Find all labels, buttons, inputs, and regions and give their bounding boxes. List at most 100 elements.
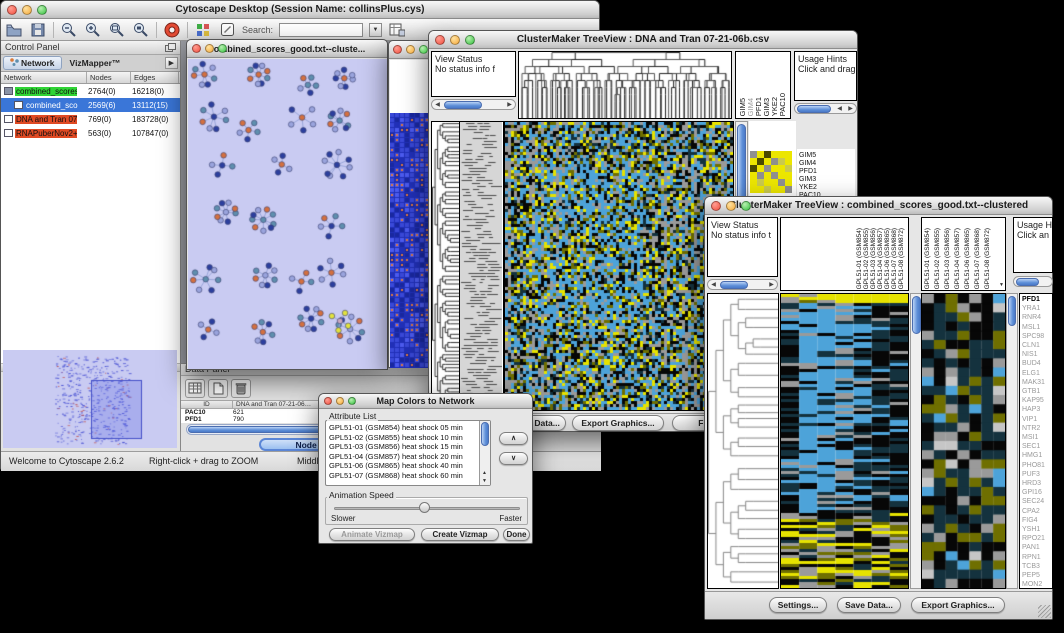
scroll-up-icon[interactable]: ▲: [482, 470, 487, 476]
matrix-cell[interactable]: [778, 151, 785, 158]
close-button[interactable]: [324, 397, 332, 405]
attribute-list-item[interactable]: GPL51-06 (GSM865) heat shock 40 min: [327, 461, 478, 471]
gene-label[interactable]: VIP1: [1020, 415, 1052, 424]
matrix-cell[interactable]: [785, 165, 792, 172]
minimize-button[interactable]: [205, 44, 214, 53]
animate-vizmap-button[interactable]: Animate Vizmap: [329, 528, 415, 541]
attribute-list-item[interactable]: GPL51-01 (GSM854) heat shock 05 min: [327, 423, 478, 433]
gene-label[interactable]: RNR4: [1020, 313, 1052, 322]
scroll-thumb[interactable]: [720, 281, 748, 289]
gene-list[interactable]: PFD1YRA1RNR4MSL1SPC98CLN1NIS1BUD4ELG1MAK…: [1019, 293, 1053, 589]
gene-label[interactable]: ELG1: [1020, 369, 1052, 378]
matrix-cell[interactable]: [771, 151, 778, 158]
gene-label[interactable]: HAP3: [1020, 405, 1052, 414]
close-button[interactable]: [393, 45, 402, 54]
scroll-right-icon[interactable]: ▶: [766, 280, 777, 289]
search-input[interactable]: [279, 23, 363, 37]
matrix-cell[interactable]: [785, 186, 792, 193]
scroll-thumb[interactable]: [797, 105, 831, 113]
row-dendrogram-panel[interactable]: [431, 121, 460, 411]
global-heatmap[interactable]: [780, 293, 909, 589]
speed-slider-thumb[interactable]: [419, 502, 430, 513]
attribute-list-item[interactable]: GPL51-03 (GSM856) heat shock 15 min: [327, 442, 478, 452]
gene-label[interactable]: NTR2: [1020, 424, 1052, 433]
network-list-row[interactable]: combined_scores2764(0)16218(0): [1, 84, 180, 98]
scroll-thumb[interactable]: [912, 296, 921, 334]
gene-label[interactable]: TCB3: [1020, 562, 1052, 571]
gene-label[interactable]: CPA2: [1020, 507, 1052, 516]
gene-label[interactable]: MSI1: [1020, 433, 1052, 442]
detail-heatmap[interactable]: [921, 293, 1006, 589]
zoom-button[interactable]: [465, 35, 475, 45]
matrix-cell[interactable]: [750, 172, 757, 179]
scroll-thumb[interactable]: [1016, 278, 1039, 286]
gene-label[interactable]: MON2: [1020, 580, 1052, 589]
matrix-cell[interactable]: [750, 179, 757, 186]
close-button[interactable]: [192, 44, 201, 53]
list-vscrollbar[interactable]: ▲ ▼: [479, 421, 490, 485]
status-hscrollbar[interactable]: ◀ ▶: [707, 279, 778, 290]
matrix-cell[interactable]: [757, 165, 764, 172]
scroll-left-icon[interactable]: ◀: [708, 280, 719, 289]
matrix-cell[interactable]: [778, 179, 785, 186]
matrix-cell[interactable]: [750, 186, 757, 193]
network-list-row[interactable]: combined_sco2569(6)13112(15): [1, 98, 180, 112]
scroll-thumb[interactable]: [1008, 296, 1016, 326]
matrix-cell[interactable]: [778, 158, 785, 165]
open-file-button[interactable]: [5, 21, 23, 38]
gene-label[interactable]: FIG4: [1020, 516, 1052, 525]
annotation-icon[interactable]: [218, 21, 236, 38]
gene-label[interactable]: PEP5: [1020, 571, 1052, 580]
save-button[interactable]: [29, 21, 47, 38]
matrix-cell[interactable]: [785, 179, 792, 186]
gene-label[interactable]: GPI16: [1020, 488, 1052, 497]
done-button[interactable]: Done: [503, 528, 530, 541]
birdseye-view[interactable]: [3, 350, 177, 448]
close-button[interactable]: [7, 5, 17, 15]
float-panel-icon[interactable]: [165, 43, 176, 52]
export-graphics-button[interactable]: Export Graphics...: [911, 597, 1005, 613]
table-import-icon[interactable]: [388, 21, 406, 38]
gene-label[interactable]: RPO21: [1020, 534, 1052, 543]
matrix-cell[interactable]: [750, 165, 757, 172]
more-tabs-icon[interactable]: ▶: [165, 57, 178, 69]
close-button[interactable]: [435, 35, 445, 45]
labels-scroll-icon[interactable]: ▼: [999, 282, 1004, 288]
matrix-cell[interactable]: [771, 172, 778, 179]
gene-label[interactable]: HRD3: [1020, 479, 1052, 488]
similarity-matrix[interactable]: [750, 151, 792, 193]
matrix-cell[interactable]: [764, 186, 771, 193]
new-attribute-button[interactable]: [208, 379, 228, 398]
matrix-cell[interactable]: [757, 179, 764, 186]
close-button[interactable]: [711, 201, 721, 211]
matrix-cell[interactable]: [778, 172, 785, 179]
gene-label[interactable]: SEC24: [1020, 497, 1052, 506]
attribute-list[interactable]: GPL51-01 (GSM854) heat shock 05 min GPL51…: [325, 420, 491, 486]
save-data-button[interactable]: Save Data...: [837, 597, 901, 613]
treeview-combined-titlebar[interactable]: ClusterMaker TreeView : combined_scores_…: [705, 197, 1052, 215]
zoom-in-button[interactable]: [84, 21, 102, 38]
gene-label[interactable]: SPC98: [1020, 332, 1052, 341]
status-hscrollbar[interactable]: ◀ ▶: [431, 99, 516, 110]
gene-label[interactable]: CLN1: [1020, 341, 1052, 350]
gene-label[interactable]: RPN1: [1020, 553, 1052, 562]
matrix-cell[interactable]: [750, 158, 757, 165]
network-list-row[interactable]: DNA and Tran 07769(0)183728(0): [1, 112, 180, 126]
search-dropdown-icon[interactable]: ▼: [369, 23, 382, 37]
scroll-left-icon[interactable]: ◀: [432, 100, 443, 109]
matrix-cell[interactable]: [757, 172, 764, 179]
scroll-right-icon[interactable]: ▶: [504, 100, 515, 109]
zoom-button[interactable]: [218, 44, 227, 53]
matrix-cell[interactable]: [764, 165, 771, 172]
move-down-button[interactable]: ∨: [499, 452, 528, 465]
matrix-cell[interactable]: [785, 172, 792, 179]
gene-label[interactable]: HMG1: [1020, 451, 1052, 460]
zoom-button[interactable]: [37, 5, 47, 15]
scroll-thumb[interactable]: [481, 422, 489, 446]
column-header[interactable]: Edges: [131, 72, 179, 83]
zoom-button[interactable]: [419, 45, 428, 54]
tab-network[interactable]: Network: [3, 56, 62, 70]
gene-label[interactable]: MSL1: [1020, 323, 1052, 332]
matrix-cell[interactable]: [778, 186, 785, 193]
gene-label[interactable]: YSH1: [1020, 525, 1052, 534]
